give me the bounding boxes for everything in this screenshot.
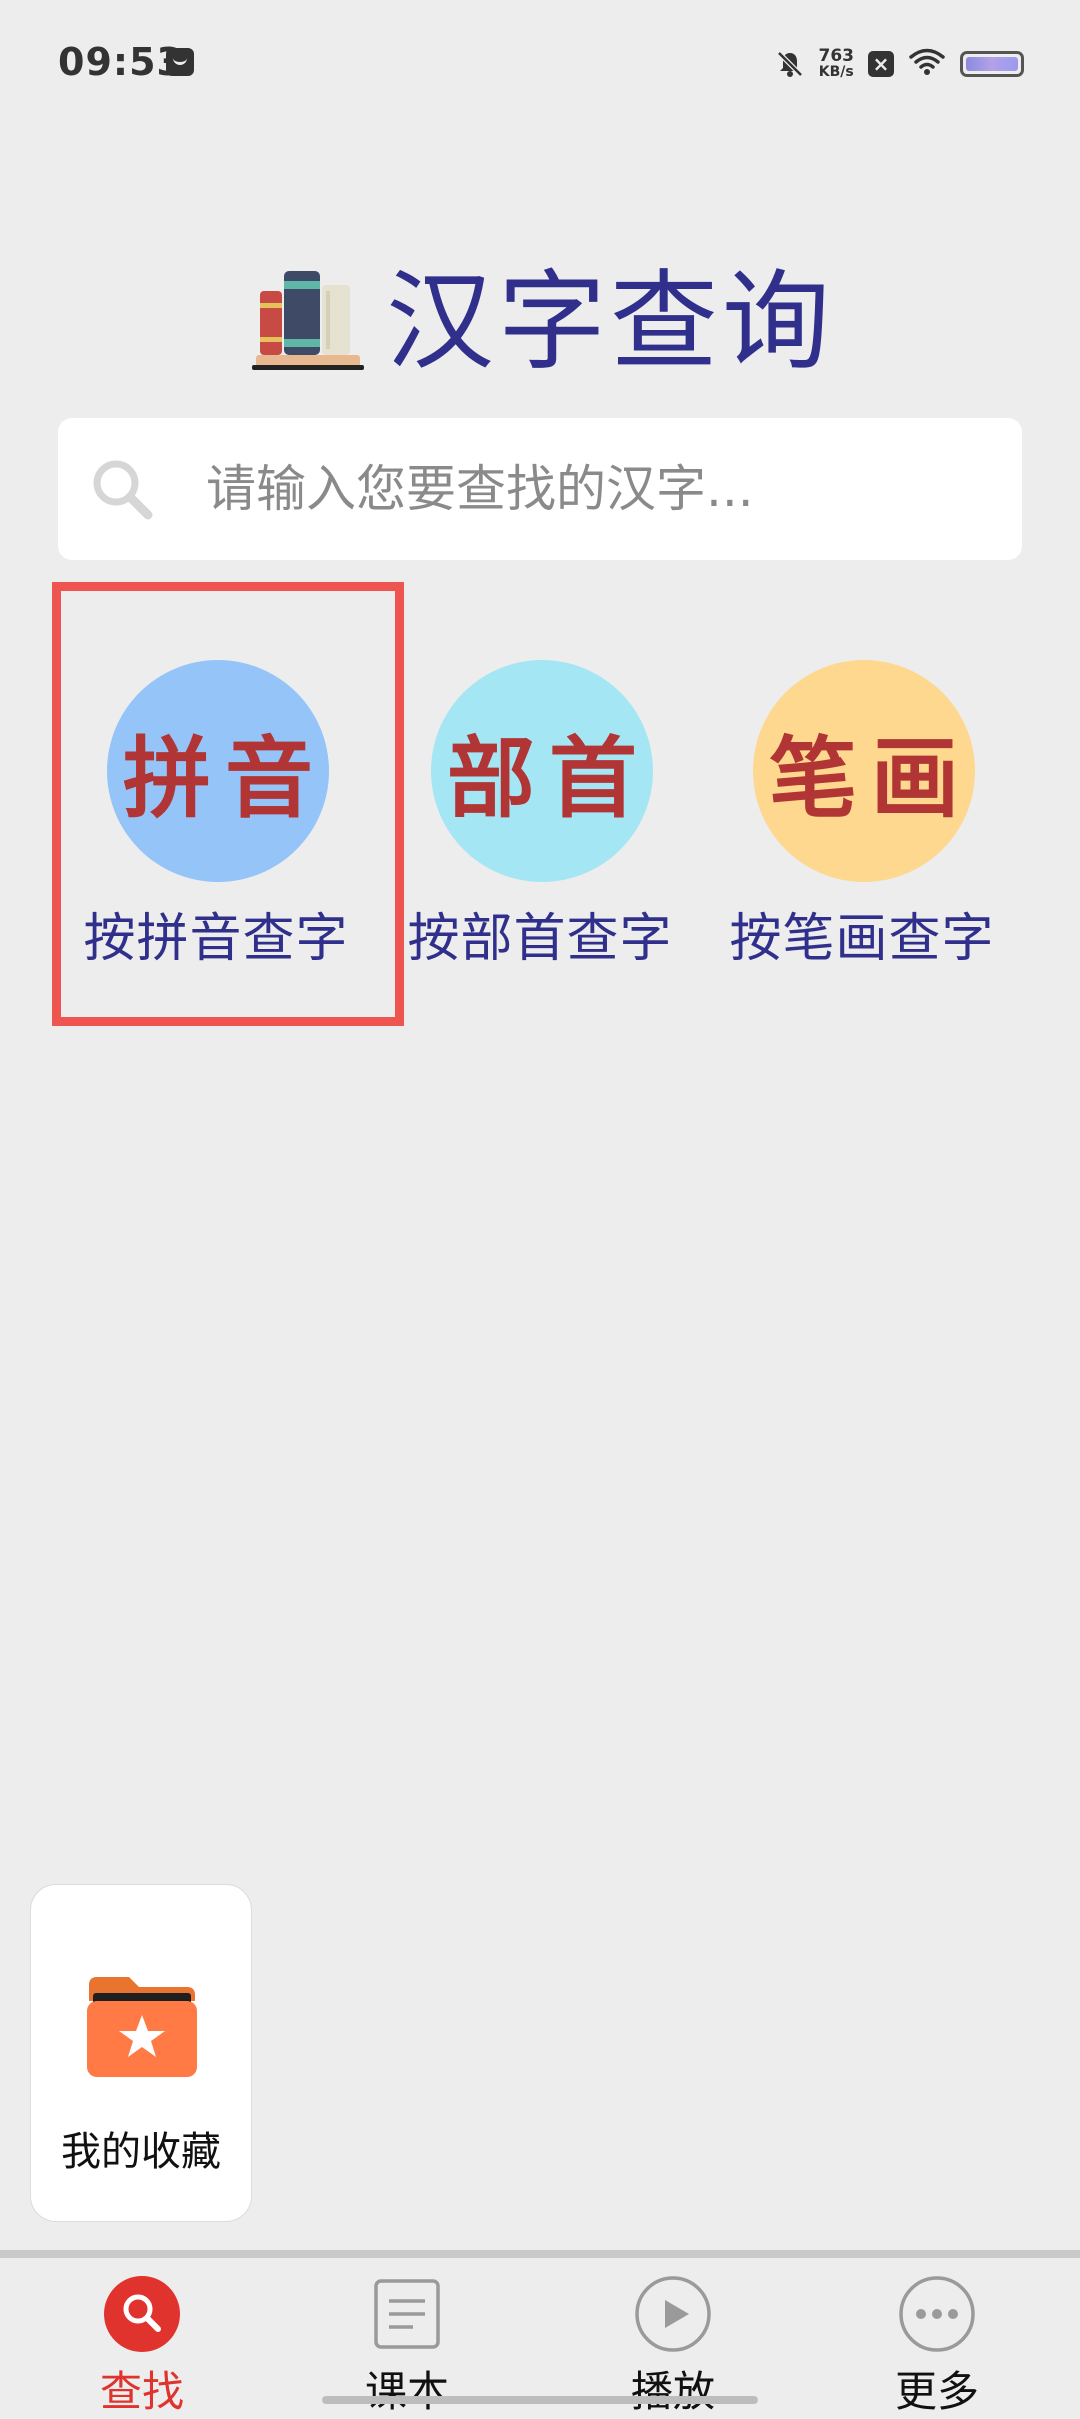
nav-tab-play-label: 播放 xyxy=(630,2367,715,2416)
favorites-label: 我的收藏 xyxy=(61,2129,221,2175)
app-header: 汉字查询 xyxy=(0,248,1080,385)
network-speed-unit: KB/s xyxy=(818,64,854,80)
network-speed: 763 KB/s xyxy=(818,46,855,81)
message-icon xyxy=(166,48,194,76)
nav-tab-more-label: 更多 xyxy=(894,2367,979,2416)
books-icon xyxy=(251,271,364,370)
more-icon xyxy=(899,2276,975,2352)
status-bar: 09:53 763 KB/s × xyxy=(0,0,1080,120)
status-indicators: 763 KB/s × xyxy=(775,42,1024,86)
nav-tab-search[interactable]: 查找 xyxy=(42,2258,242,2416)
favorites-button[interactable]: 我的收藏 xyxy=(30,1884,252,2222)
search-input[interactable] xyxy=(206,449,966,529)
home-indicator[interactable] xyxy=(322,2396,758,2404)
bell-muted-icon xyxy=(775,49,805,79)
highlight-box xyxy=(52,582,404,1026)
wifi-icon xyxy=(908,47,946,81)
stroke-circle-icon: 笔画 xyxy=(753,660,975,882)
search-box[interactable] xyxy=(58,418,1022,560)
nav-tab-textbook[interactable]: 课本 xyxy=(307,2258,507,2416)
search-by-radical-label: 按部首查字 xyxy=(407,909,673,969)
nav-tab-textbook-label: 课本 xyxy=(364,2367,449,2416)
bottom-nav: 查找 课本 播放 更多 xyxy=(0,2250,1080,2416)
network-speed-value: 763 xyxy=(818,46,855,66)
app-title: 汉字查询 xyxy=(385,260,834,385)
battery-icon xyxy=(960,51,1024,77)
search-by-stroke-label: 按笔画查字 xyxy=(729,909,995,969)
close-box-icon: × xyxy=(868,51,894,77)
search-by-stroke-button[interactable]: 笔画 按笔画查字 xyxy=(712,660,1012,980)
radical-circle-icon: 部首 xyxy=(431,660,653,882)
nav-tab-play[interactable]: 播放 xyxy=(573,2258,773,2416)
search-icon xyxy=(104,2276,180,2352)
document-icon xyxy=(374,2279,440,2349)
star-folder-icon xyxy=(87,1977,197,2077)
search-by-radical-button[interactable]: 部首 按部首查字 xyxy=(390,660,690,980)
nav-tab-search-label: 查找 xyxy=(99,2367,184,2416)
search-icon xyxy=(93,460,153,520)
battery-level xyxy=(966,57,1018,71)
nav-tab-more[interactable]: 更多 xyxy=(837,2258,1037,2416)
play-icon xyxy=(635,2276,711,2352)
